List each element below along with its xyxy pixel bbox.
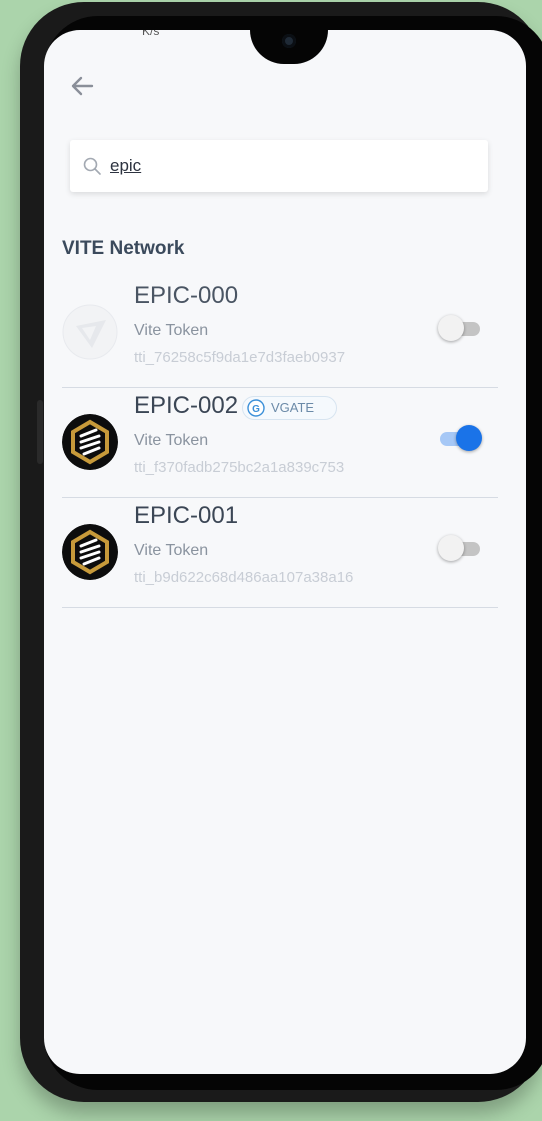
search-icon [83, 157, 101, 175]
vgate-g-icon: G [247, 399, 265, 417]
toggle-thumb [438, 535, 464, 561]
divider [62, 607, 498, 608]
token-id: tti_b9d622c68d486aa107a38a16 [134, 569, 354, 586]
token-row-epic-000[interactable]: EPIC-000 Vite Token tti_76258c5f9da1e7d3… [62, 280, 498, 388]
token-type: Vite Token [134, 322, 209, 339]
toggle-thumb [456, 425, 482, 451]
side-button [37, 400, 43, 464]
app-screen: K/s VITE Network EPIC-000 Vite Token tti… [44, 30, 526, 1074]
token-toggle[interactable] [438, 424, 482, 452]
gateway-badge: G VGATE [242, 396, 338, 420]
token-id: tti_f370fadb275bc2a1a839c753 [134, 459, 345, 476]
token-toggle[interactable] [438, 534, 482, 562]
gateway-name: VGATE [271, 400, 315, 415]
token-name: EPIC-001 [134, 502, 239, 529]
arrow-left-icon [71, 76, 94, 96]
back-button[interactable] [66, 70, 98, 102]
divider [62, 497, 498, 498]
token-name: EPIC-002 [134, 392, 239, 419]
token-id: tti_76258c5f9da1e7d3faeb0937 [134, 349, 346, 366]
token-type: Vite Token [134, 432, 209, 449]
search-box[interactable] [70, 140, 488, 192]
token-type: Vite Token [134, 542, 209, 559]
svg-text:G: G [252, 404, 260, 415]
token-row-epic-001[interactable]: EPIC-001 Vite Token tti_b9d622c68d486aa1… [62, 500, 498, 608]
epic-logo [62, 414, 118, 470]
notch [250, 30, 328, 64]
front-camera [282, 34, 296, 48]
token-row-epic-002[interactable]: EPIC-002 G VGATE Vite Token tti_f370fadb… [62, 390, 498, 498]
token-toggle[interactable] [438, 314, 482, 342]
toggle-thumb [438, 315, 464, 341]
epic-logo [62, 524, 118, 580]
section-title: VITE Network [62, 238, 185, 259]
divider [62, 387, 498, 388]
token-name: EPIC-000 [134, 282, 239, 309]
status-bar-network-speed: K/s [142, 30, 160, 38]
search-input[interactable] [110, 154, 470, 178]
vite-logo-faded [62, 304, 118, 360]
